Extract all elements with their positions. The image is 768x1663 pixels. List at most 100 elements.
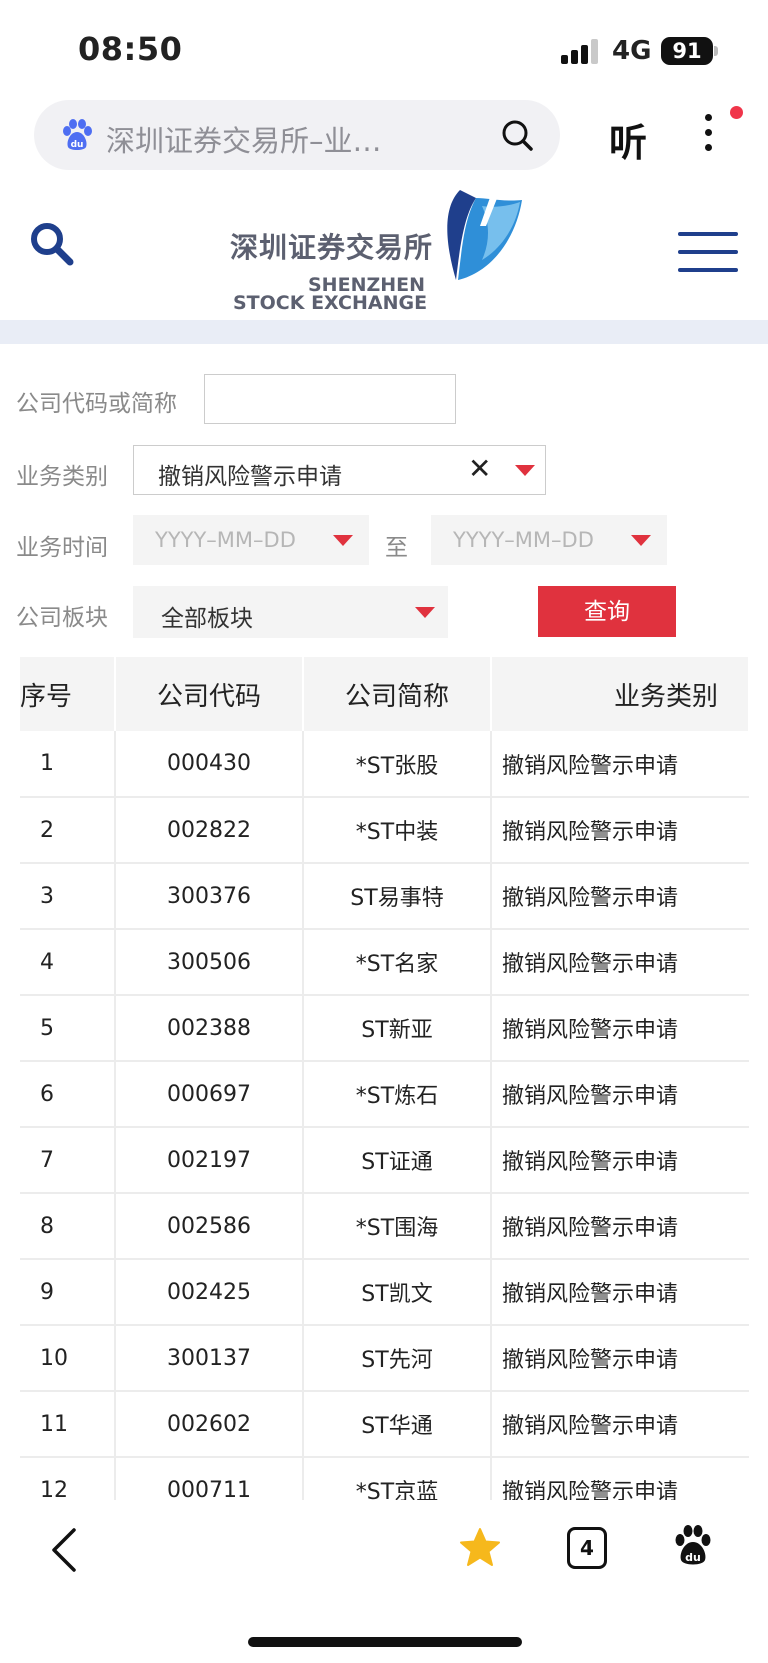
table-row[interactable]: 10 300137 ST先河 撤销风险警示申请 [20,1325,749,1392]
table-body: 1 000430 *ST张股 撤销风险警示申请 2 002822 *ST中装 撤销风险警示申请… [20,731,749,1500]
battery-cap [714,46,718,56]
notification-dot [730,106,743,119]
header-divider [0,320,768,344]
tabs-count-icon[interactable]: 4 [567,1527,607,1569]
business-type-label: 业务类别 [16,464,108,490]
row-business-type: 撤销风险警示申请 [491,929,749,996]
row-company-name: ST凯文 [303,1259,492,1326]
back-icon[interactable] [48,1526,80,1574]
row-business-type: 撤销风险警示申请 [491,863,749,930]
row-index: 11 [20,1391,116,1458]
favorite-star-icon[interactable] [458,1526,502,1570]
site-header: 深圳证券交易所 SHENZHEN STOCK EXCHANGE [0,180,768,320]
row-business-type: 撤销风险警示申请 [491,1061,749,1128]
clear-icon[interactable]: ✕ [468,452,491,485]
more-menu-icon[interactable] [698,110,718,156]
business-time-label: 业务时间 [16,535,108,561]
chevron-down-icon [333,535,353,546]
row-business-type: 撤销风险警示申请 [491,995,749,1062]
company-board-label: 公司板块 [16,605,108,631]
browser-toolbar: du 深圳证券交易所–业… 听 [0,96,768,180]
search-icon[interactable] [500,118,534,152]
szse-logo[interactable]: 深圳证券交易所 SHENZHEN STOCK EXCHANGE [230,186,530,314]
table-row[interactable]: 8 002586 *ST围海 撤销风险警示申请 [20,1193,749,1260]
table-row[interactable]: 1 000430 *ST张股 撤销风险警示申请 [20,731,749,798]
row-business-type: 撤销风险警示申请 [491,731,749,798]
network-type: 4G [612,36,652,66]
site-search-icon[interactable] [28,220,76,268]
row-company-code: 300376 [115,863,304,930]
row-index: 1 [20,731,116,798]
table-row[interactable]: 7 002197 ST证通 撤销风险警示申请 [20,1127,749,1194]
row-company-name: *ST围海 [303,1193,492,1260]
row-business-type: 撤销风险警示申请 [491,797,749,864]
row-company-name: *ST名家 [303,929,492,996]
business-type-value: 撤销风险警示申请 [158,464,342,490]
row-index: 7 [20,1127,116,1194]
header-company-name: 公司简称 [303,657,492,731]
logo-english-line2: STOCK EXCHANGE [233,292,428,314]
header-index: 序号 [20,657,116,731]
table-row[interactable]: 6 000697 *ST炼石 撤销风险警示申请 [20,1061,749,1128]
svg-text:du: du [685,1551,701,1564]
row-index: 3 [20,863,116,930]
row-company-code: 000711 [115,1457,304,1500]
company-code-input[interactable] [204,374,456,424]
row-index: 8 [20,1193,116,1260]
row-company-name: ST新亚 [303,995,492,1062]
table-row[interactable]: 5 002388 ST新亚 撤销风险警示申请 [20,995,749,1062]
table-row[interactable]: 4 300506 *ST名家 撤销风险警示申请 [20,929,749,996]
row-company-name: *ST炼石 [303,1061,492,1128]
row-company-code: 002822 [115,797,304,864]
company-board-value: 全部板块 [161,606,253,632]
row-company-name: ST证通 [303,1127,492,1194]
table-header-row: 序号 公司代码 公司简称 业务类别 [20,657,749,731]
row-business-type: 撤销风险警示申请 [491,1391,749,1458]
table-row[interactable]: 3 300376 ST易事特 撤销风险警示申请 [20,863,749,930]
row-company-name: *ST中装 [303,797,492,864]
battery-icon: 91 [661,37,713,65]
row-index: 6 [20,1061,116,1128]
status-bar: 08:50 4G 91 [0,0,768,96]
row-company-code: 300137 [115,1325,304,1392]
row-business-type: 撤销风险警示申请 [491,1457,749,1500]
row-company-code: 000430 [115,731,304,798]
row-company-code: 002425 [115,1259,304,1326]
row-company-name: *ST张股 [303,731,492,798]
header-business-type: 业务类别 [491,657,749,731]
row-index: 5 [20,995,116,1062]
logo-chinese-name: 深圳证券交易所 [230,231,434,264]
status-time: 08:50 [78,30,183,68]
to-label: 至 [385,535,408,561]
date-to-placeholder: YYYY–MM–DD [453,528,594,552]
row-company-code: 002197 [115,1127,304,1194]
row-index: 10 [20,1325,116,1392]
row-business-type: 撤销风险警示申请 [491,1193,749,1260]
row-company-name: ST易事特 [303,863,492,930]
results-table: 序号 公司代码 公司简称 业务类别 1 000430 *ST张股 撤销风险警示申请 2 0… [20,657,749,1500]
table-row[interactable]: 11 002602 ST华通 撤销风险警示申请 [20,1391,749,1458]
row-company-code: 002602 [115,1391,304,1458]
row-company-name: ST华通 [303,1391,492,1458]
listen-button[interactable]: 听 [609,112,647,167]
table-row[interactable]: 2 002822 *ST中装 撤销风险警示申请 [20,797,749,864]
hamburger-menu-icon[interactable] [678,232,738,272]
table-row[interactable]: 9 002425 ST凯文 撤销风险警示申请 [20,1259,749,1326]
home-indicator[interactable] [248,1637,522,1647]
svg-text:du: du [71,140,84,150]
row-index: 9 [20,1259,116,1326]
logo-mark-icon [447,186,522,280]
row-company-name: *ST京蓝 [303,1457,492,1500]
header-company-code: 公司代码 [115,657,304,731]
baidu-home-icon[interactable]: du [672,1525,714,1567]
business-type-select[interactable]: 撤销风险警示申请 ✕ [133,445,546,495]
company-board-select[interactable]: 全部板块 [133,586,448,638]
date-from-picker[interactable]: YYYY–MM–DD [133,515,369,565]
address-bar[interactable]: du 深圳证券交易所–业… [34,100,560,170]
table-row[interactable]: 12 000711 *ST京蓝 撤销风险警示申请 [20,1457,749,1500]
query-button[interactable]: 查询 [538,586,676,637]
row-company-code: 300506 [115,929,304,996]
row-index: 12 [20,1457,116,1500]
date-to-picker[interactable]: YYYY–MM–DD [431,515,667,565]
date-from-placeholder: YYYY–MM–DD [155,528,296,552]
